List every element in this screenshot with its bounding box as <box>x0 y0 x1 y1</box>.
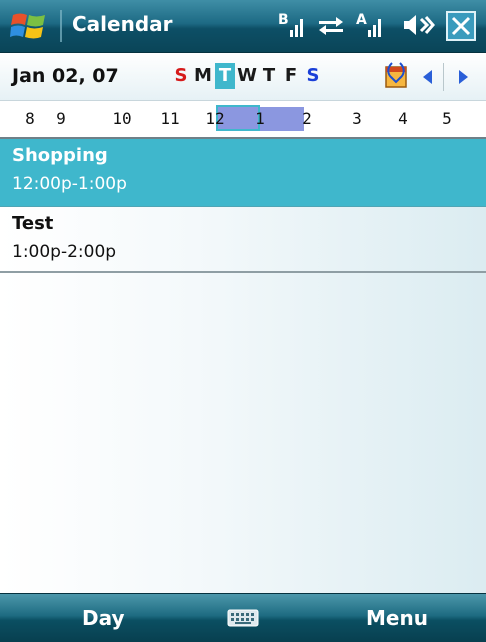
week-strip: S M T W T F S <box>171 63 325 91</box>
close-icon <box>451 16 471 36</box>
signal-strength-icon[interactable]: A <box>356 10 390 40</box>
windows-start-icon[interactable] <box>10 9 48 43</box>
nav-separator <box>443 63 444 91</box>
appointment-time: 12:00p-1:00p <box>12 174 127 194</box>
softkey-bar: Day Menu <box>0 593 486 642</box>
date-label[interactable]: Jan 02, 07 <box>12 65 119 87</box>
go-to-today-icon[interactable] <box>383 60 409 90</box>
appointment-item[interactable]: Test 1:00p-2:00p <box>0 207 486 273</box>
svg-text:B: B <box>278 12 289 28</box>
week-day-tuesday[interactable]: T <box>215 63 235 89</box>
svg-text:A: A <box>356 12 367 28</box>
title-separator <box>60 10 62 42</box>
speaker-icon[interactable] <box>400 10 436 40</box>
connectivity-arrows-icon[interactable] <box>316 10 346 40</box>
hour-label[interactable]: 1 <box>245 109 275 128</box>
hour-label[interactable]: 12 <box>200 109 230 128</box>
hour-strip[interactable]: 8 9 10 11 12 1 2 3 4 5 <box>0 101 486 139</box>
keyboard-icon[interactable] <box>227 608 259 628</box>
title-bar: Calendar B A <box>0 0 486 53</box>
bluetooth-signal-icon[interactable]: B <box>278 10 310 40</box>
hour-label[interactable]: 9 <box>46 109 76 128</box>
appointment-time: 1:00p-2:00p <box>12 242 117 262</box>
day-softkey[interactable]: Day <box>82 606 125 630</box>
next-arrow-icon[interactable] <box>452 65 474 89</box>
week-day-wednesday[interactable]: W <box>237 63 257 89</box>
appointment-title: Shopping <box>12 145 108 166</box>
app-title: Calendar <box>72 12 173 36</box>
week-day-friday[interactable]: F <box>281 63 301 89</box>
hour-label[interactable]: 8 <box>15 109 45 128</box>
agenda-list: Shopping 12:00p-1:00p Test 1:00p-2:00p <box>0 139 486 593</box>
hour-label[interactable]: 3 <box>342 109 372 128</box>
appointment-title: Test <box>12 213 54 234</box>
appointment-item[interactable]: Shopping 12:00p-1:00p <box>0 139 486 207</box>
hour-label[interactable]: 5 <box>432 109 462 128</box>
week-day-monday[interactable]: M <box>193 63 213 89</box>
menu-softkey[interactable]: Menu <box>366 606 428 630</box>
hour-label[interactable]: 4 <box>388 109 418 128</box>
close-button[interactable] <box>446 11 476 41</box>
week-day-thursday[interactable]: T <box>259 63 279 89</box>
previous-arrow-icon[interactable] <box>417 65 439 89</box>
hour-label[interactable]: 10 <box>107 109 137 128</box>
hour-label[interactable]: 11 <box>155 109 185 128</box>
week-day-sunday[interactable]: S <box>171 63 191 89</box>
date-header: Jan 02, 07 S M T W T F S <box>0 53 486 101</box>
hour-label[interactable]: 2 <box>292 109 322 128</box>
week-day-saturday[interactable]: S <box>303 63 323 89</box>
